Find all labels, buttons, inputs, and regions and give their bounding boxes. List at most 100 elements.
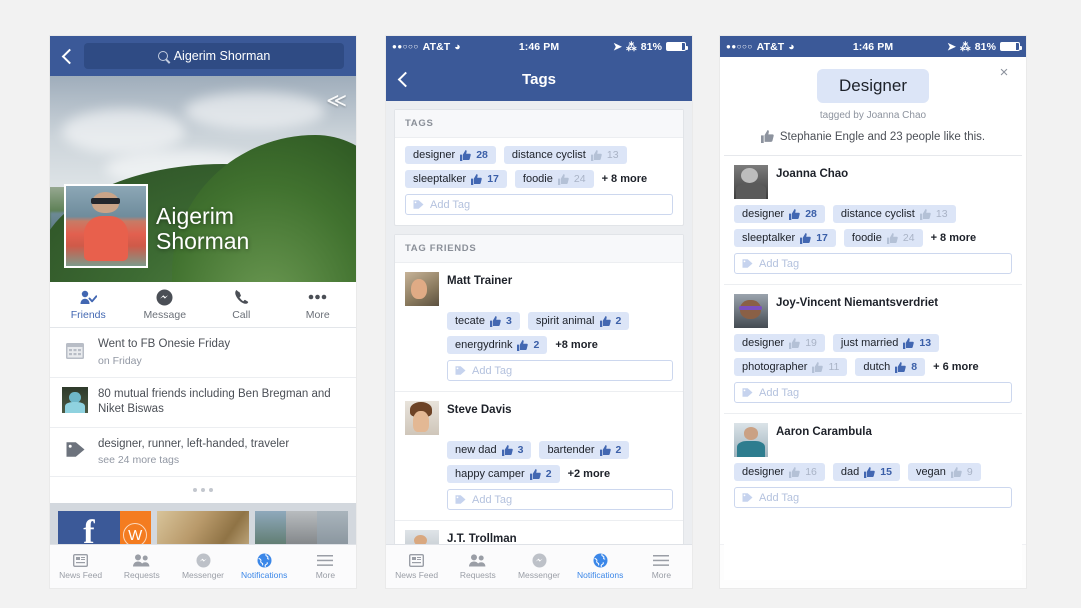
tag-pill[interactable]: vegan 9 xyxy=(907,463,981,481)
back-button[interactable] xyxy=(394,69,414,89)
event-sub: on Friday xyxy=(98,354,142,367)
tag-pill[interactable]: foodie 24 xyxy=(514,170,594,188)
tag-friends-card: TAG FRIENDS Matt Trainer tecate 3 spirit… xyxy=(394,234,684,544)
tag-pill[interactable]: bartender 2 xyxy=(539,441,630,459)
collapse-chevrons-icon[interactable]: ≪ xyxy=(326,88,347,113)
tag-pill[interactable]: distance cyclist 13 xyxy=(503,146,627,164)
tab-label: Requests xyxy=(123,570,160,580)
tag-pill[interactable]: distance cyclist 13 xyxy=(832,205,956,223)
tab-requests[interactable]: Requests xyxy=(111,545,172,588)
tab-messenger[interactable]: Messenger xyxy=(508,545,569,588)
person-name[interactable]: Joy-Vincent Niemantsverdriet xyxy=(776,294,938,309)
tab-messenger[interactable]: Messenger xyxy=(172,545,233,588)
tag-pill[interactable]: designer 28 xyxy=(405,146,496,164)
tab-requests[interactable]: Requests xyxy=(447,545,508,588)
tab-more[interactable]: More xyxy=(631,545,692,588)
tag-count: 9 xyxy=(966,466,973,478)
tag-pill[interactable]: new dad 3 xyxy=(447,441,532,459)
avatar[interactable] xyxy=(64,184,148,268)
avatar[interactable] xyxy=(734,294,768,328)
panel1-navbar: Aigerim Shorman xyxy=(50,36,356,76)
add-tag-input[interactable]: Add Tag xyxy=(447,360,673,381)
avatar-body xyxy=(83,216,129,262)
thumbs-up-icon xyxy=(529,468,541,480)
tag-icon xyxy=(455,494,466,505)
friend-name[interactable]: J.T. Trollman xyxy=(447,530,517,544)
more-tags-link[interactable]: +8 more xyxy=(555,339,598,351)
tab-more[interactable]: More xyxy=(295,545,356,588)
close-icon[interactable]: × xyxy=(996,65,1012,81)
more-tags-link[interactable]: + 8 more xyxy=(931,232,977,244)
more-tags-link[interactable]: + 6 more xyxy=(933,361,979,373)
thumbs-up-icon xyxy=(789,208,800,220)
info-row-mutual-friends[interactable]: 80 mutual friends including Ben Bregman … xyxy=(50,378,356,428)
more-tags-link[interactable]: +2 more xyxy=(568,468,611,480)
back-button[interactable] xyxy=(58,46,78,66)
action-message[interactable]: Message xyxy=(127,282,204,327)
tag-title-pill: Designer xyxy=(816,69,930,103)
avatar[interactable] xyxy=(734,165,768,199)
tab-label: News Feed xyxy=(395,570,439,580)
person-name[interactable]: Aaron Carambula xyxy=(776,423,872,438)
tag-pill[interactable]: energydrink 2 xyxy=(447,336,548,354)
signal-strength-icon: ●●○○○ xyxy=(726,42,753,51)
tag-pill[interactable]: sleeptalker 17 xyxy=(405,170,507,188)
tag-pill[interactable]: foodie 24 xyxy=(843,229,923,247)
info-row-tags[interactable]: designer, runner, left-handed, traveler … xyxy=(50,428,356,478)
people-list[interactable]: Joanna Chao designer 28 distance cyclist xyxy=(724,156,1022,561)
tag-pill[interactable]: tecate 3 xyxy=(447,312,520,330)
tab-news-feed[interactable]: News Feed xyxy=(386,545,447,588)
battery-percent: 81% xyxy=(640,40,663,53)
tag-label: happy camper xyxy=(455,468,525,480)
search-icon xyxy=(157,51,168,61)
avatar[interactable] xyxy=(405,530,439,544)
tags-scroll-area[interactable]: TAGS designer 28 distance cyclist 13 sle… xyxy=(386,101,692,544)
avatar[interactable] xyxy=(405,401,439,435)
tab-notifications[interactable]: Notifications xyxy=(234,545,295,588)
profile-action-row: Friends Message Call More xyxy=(50,282,356,328)
see-more-tags-link[interactable]: see 24 more tags xyxy=(98,453,289,467)
person-row: Joanna Chao designer 28 distance cyclist xyxy=(724,156,1022,285)
tag-count: 16 xyxy=(805,466,817,478)
action-friends[interactable]: Friends xyxy=(50,282,127,327)
tag-pill[interactable]: just married 13 xyxy=(832,334,940,352)
likes-summary: Stephanie Engle and 23 people like this. xyxy=(736,130,1010,143)
add-tag-input[interactable]: Add Tag xyxy=(734,253,1012,274)
avatar[interactable] xyxy=(734,423,768,457)
panel2-navbar: Tags xyxy=(386,57,692,101)
add-tag-input[interactable]: Add Tag xyxy=(734,487,1012,508)
friend-name[interactable]: Steve Davis xyxy=(447,401,512,416)
action-label: Friends xyxy=(70,308,106,321)
add-tag-input[interactable]: Add Tag xyxy=(447,489,673,510)
friend-name[interactable]: Matt Trainer xyxy=(447,272,512,287)
thumbs-up-icon xyxy=(517,339,529,351)
tag-pill[interactable]: sleeptalker 17 xyxy=(734,229,836,247)
add-tag-input[interactable]: Add Tag xyxy=(734,382,1012,403)
ios-status-bar: ●●○○○ AT&T ◕ 1:46 PM ➤ ⁂ 81% xyxy=(720,36,1026,57)
screenshot-stage: Aigerim Shorman ≪ Aigerim Shorman Friend… xyxy=(0,0,1081,608)
battery-percent: 81% xyxy=(974,40,997,53)
more-tags-link[interactable]: + 8 more xyxy=(602,173,648,185)
tab-news-feed[interactable]: News Feed xyxy=(50,545,111,588)
avatar[interactable] xyxy=(405,272,439,306)
tag-pill[interactable]: dutch 8 xyxy=(855,358,926,376)
pill-row: new dad 3 bartender 2 xyxy=(447,441,673,459)
pill-row: sleeptalker 17 foodie 24 + 8 more xyxy=(734,229,1012,247)
tag-pill[interactable]: designer 19 xyxy=(734,334,825,352)
friend-tags: new dad 3 bartender 2 happy camper 2 +2 … xyxy=(405,441,673,510)
search-input[interactable]: Aigerim Shorman xyxy=(84,43,344,69)
tag-pill[interactable]: designer 28 xyxy=(734,205,825,223)
tab-notifications[interactable]: Notifications xyxy=(570,545,631,588)
pill-row: tecate 3 spirit animal 2 xyxy=(447,312,673,330)
action-call[interactable]: Call xyxy=(203,282,280,327)
tag-pill[interactable]: designer 16 xyxy=(734,463,825,481)
action-more[interactable]: More xyxy=(280,282,357,327)
tab-label: Notifications xyxy=(241,570,288,580)
tag-pill[interactable]: dad 15 xyxy=(832,463,900,481)
add-tag-input[interactable]: Add Tag xyxy=(405,194,673,215)
tag-pill[interactable]: spirit animal 2 xyxy=(527,312,630,330)
info-row-event[interactable]: Went to FB Onesie Friday on Friday xyxy=(50,328,356,378)
person-name[interactable]: Joanna Chao xyxy=(776,165,848,180)
tag-pill[interactable]: happy camper 2 xyxy=(447,465,560,483)
tag-pill[interactable]: photographer 11 xyxy=(734,358,848,376)
